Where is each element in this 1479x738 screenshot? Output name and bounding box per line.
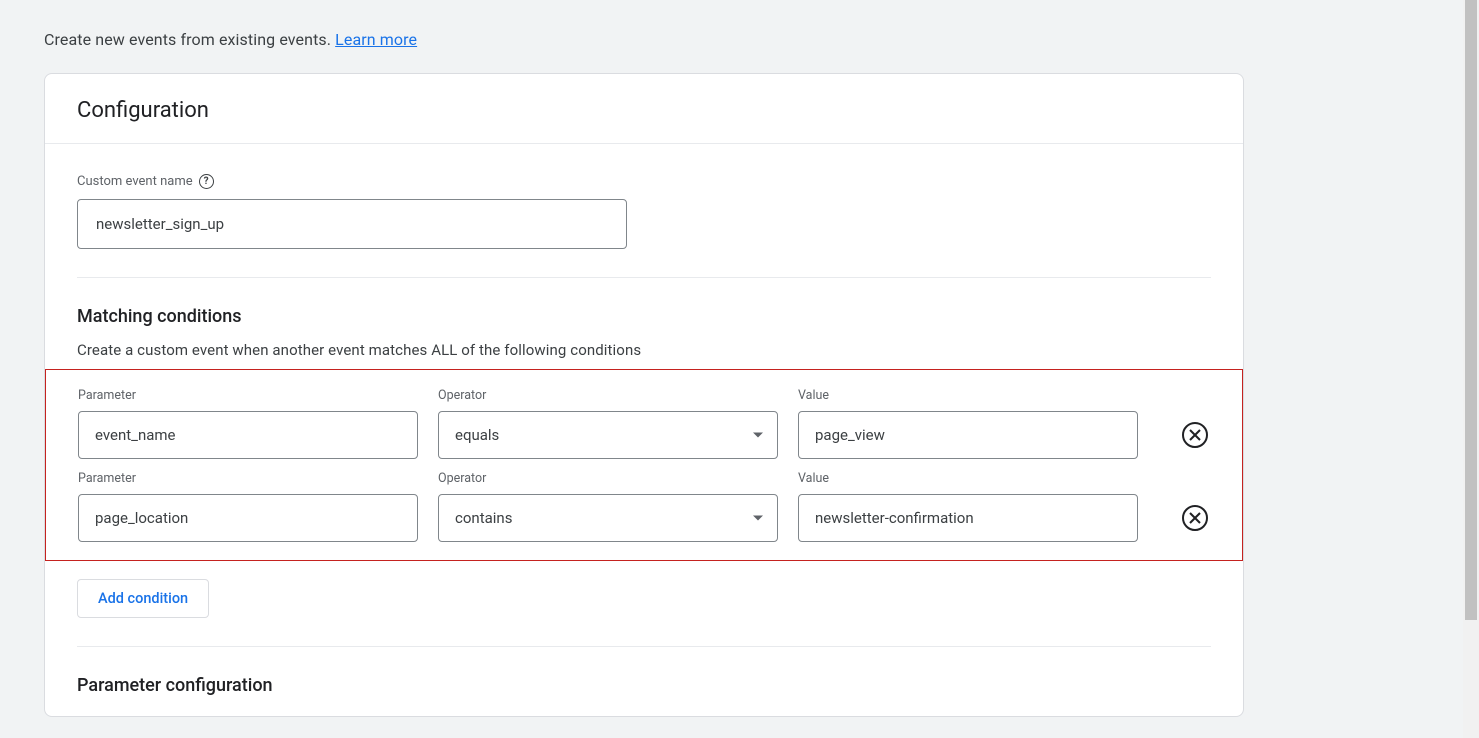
operator-select[interactable]: contains [438,494,778,542]
parameter-input[interactable] [78,411,418,459]
remove-condition-button[interactable] [1182,422,1208,448]
parameter-input[interactable] [78,494,418,542]
operator-label: Operator [438,471,778,486]
condition-operator-col: Operator contains [438,471,778,542]
custom-event-name-label-text: Custom event name [77,174,193,189]
value-label: Value [798,388,1138,403]
operator-value: contains [455,509,512,527]
parameter-label: Parameter [78,471,418,486]
condition-value-col: Value [798,471,1138,542]
close-icon [1189,512,1201,524]
help-icon[interactable]: ? [199,174,214,189]
scrollbar-track[interactable] [1463,0,1479,738]
divider [77,277,1211,278]
remove-condition-button[interactable] [1182,505,1208,531]
parameter-label: Parameter [78,388,418,403]
close-icon [1189,429,1201,441]
value-label: Value [798,471,1138,486]
parameter-configuration-title: Parameter configuration [77,675,1211,696]
custom-event-name-input[interactable] [77,199,627,249]
condition-parameter-col: Parameter [78,471,418,542]
card-title: Configuration [77,98,1211,123]
matching-conditions-title: Matching conditions [77,306,1211,327]
operator-value: equals [455,426,499,444]
add-condition-button[interactable]: Add condition [77,579,209,618]
condition-operator-col: Operator equals [438,388,778,459]
operator-select[interactable]: equals [438,411,778,459]
page-container: Create new events from existing events. … [0,0,1479,738]
configuration-card: Configuration Custom event name ? Matchi… [44,73,1244,717]
operator-label: Operator [438,388,778,403]
intro-text: Create new events from existing events. … [0,0,1479,73]
learn-more-link[interactable]: Learn more [335,30,417,49]
intro-description: Create new events from existing events. [44,30,335,49]
divider [77,646,1211,647]
custom-event-name-label: Custom event name ? [77,174,1211,189]
value-input[interactable] [798,411,1138,459]
condition-row: Parameter Operator contains Value [78,471,1210,542]
condition-value-col: Value [798,388,1138,459]
value-input[interactable] [798,494,1138,542]
matching-conditions-subtitle: Create a custom event when another event… [77,341,1211,359]
condition-row: Parameter Operator equals Value [78,388,1210,459]
chevron-down-icon [753,433,763,438]
scrollbar-thumb[interactable] [1465,0,1477,620]
condition-parameter-col: Parameter [78,388,418,459]
conditions-highlight-box: Parameter Operator equals Value [45,369,1243,561]
card-header: Configuration [45,74,1243,144]
chevron-down-icon [753,516,763,521]
card-body: Custom event name ? Matching conditions … [45,144,1243,716]
